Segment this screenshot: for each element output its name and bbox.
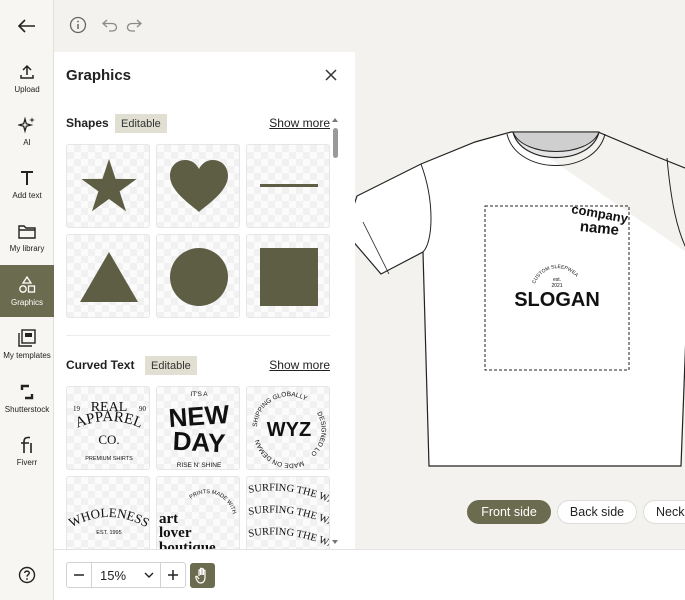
svg-text:lover: lover [159, 525, 192, 541]
back-arrow-icon[interactable] [0, 0, 54, 52]
svg-text:CO.: CO. [98, 432, 119, 447]
zoom-value: 15% [100, 567, 127, 583]
zoom-control: 15% [66, 562, 186, 588]
curved-text-new-day-tile[interactable]: IT'S A NEW DAY RISE N' SHINE [156, 386, 240, 470]
hand-icon [194, 567, 206, 584]
svg-text:boutique: boutique [159, 540, 216, 549]
rail-item-graphics[interactable]: Graphics [0, 265, 54, 317]
svg-text:19: 19 [73, 405, 81, 413]
scroll-up-icon [332, 118, 338, 122]
front-side-button[interactable]: Front side [467, 500, 551, 524]
fiverr-icon [19, 435, 35, 455]
day-text: DAY [172, 426, 226, 459]
rail-item-label: My templates [3, 351, 51, 360]
curved-text-real-apparel-tile[interactable]: REAL 19 90 APPAREL CO. PREMIUM SHIRTS [66, 386, 150, 470]
text-icon [20, 168, 34, 188]
shutterstock-icon [20, 382, 34, 402]
hand-tool-button[interactable] [190, 563, 215, 588]
design-canvas[interactable]: company name CUSTOM SLEEPWEAR est. 2021 … [355, 52, 685, 549]
shape-star-tile[interactable] [66, 144, 150, 228]
curved-text-wholeness-tile[interactable]: WHOLENESS EST. 1995 [66, 476, 150, 549]
rail-item-add-text[interactable]: Add text [0, 158, 54, 210]
editable-badge: Editable [145, 356, 197, 375]
rail-item-upload[interactable]: Upload [0, 52, 54, 104]
rail-item-fiverr[interactable]: Fiverr [0, 425, 54, 477]
shapes-section-header: Shapes Editable Show more [66, 114, 330, 134]
apparel-text: APPAREL [73, 409, 145, 432]
shape-circle-tile[interactable] [156, 234, 240, 318]
section-title-shapes: Shapes [66, 116, 109, 130]
redo-icon[interactable] [125, 14, 143, 36]
shape-square-tile[interactable] [246, 234, 330, 318]
sparkle-icon [18, 115, 36, 135]
show-more-curved-text-link[interactable]: Show more [269, 358, 330, 372]
templates-icon [18, 328, 36, 348]
rail-item-shutterstock[interactable]: Shutterstock [0, 372, 54, 424]
help-icon[interactable] [0, 560, 54, 590]
svg-text:90: 90 [139, 405, 147, 413]
slogan-text: SLOGAN [514, 289, 600, 311]
section-title-curved-text: Curved Text [66, 358, 135, 372]
curved-text-section-header: Curved Text Editable Show more [66, 356, 330, 376]
scroll-thumb[interactable] [333, 128, 338, 158]
svg-text:SURFING THE WAVE: SURFING THE WAVE [247, 477, 330, 507]
section-divider [66, 335, 330, 336]
svg-text:PREMIUM SHIRTS: PREMIUM SHIRTS [85, 456, 133, 462]
rail-item-my-templates[interactable]: My templates [0, 318, 54, 370]
rail-item-my-library[interactable]: My library [0, 211, 54, 263]
rail-item-label: Graphics [10, 298, 43, 307]
rail-item-label: AI [23, 138, 31, 147]
rail-item-label: Upload [14, 85, 40, 94]
info-icon[interactable] [68, 14, 88, 36]
curved-text-art-lover-tile[interactable]: PRINTS MADE WITH LOVE art lover boutique [156, 476, 240, 549]
curved-text-wyz-tile[interactable]: SHIPPING GLOBALLY DESIGNED LOCALLY MADE … [246, 386, 330, 470]
scroll-down-icon [332, 540, 338, 544]
triangle-icon [80, 252, 138, 302]
rail-item-ai[interactable]: AI [0, 105, 54, 157]
rail-item-label: Shutterstock [4, 405, 50, 414]
bottom-bar: 15% [54, 549, 685, 600]
wyz-text: WYZ [267, 419, 311, 441]
undo-icon[interactable] [101, 14, 119, 36]
zoom-in-button[interactable] [161, 563, 185, 587]
shape-line-tile[interactable] [246, 144, 330, 228]
line-icon [260, 184, 318, 187]
zoom-out-button[interactable] [67, 563, 91, 587]
rail-item-label: Fiverr [16, 458, 38, 467]
panel-title: Graphics [66, 67, 132, 84]
panel-scrollbar[interactable] [331, 116, 339, 548]
neck-side-button[interactable]: Neck [643, 500, 685, 524]
chevron-down-icon [144, 572, 154, 578]
shape-triangle-tile[interactable] [66, 234, 150, 318]
svg-text:EST. 1995: EST. 1995 [96, 530, 121, 536]
back-side-button[interactable]: Back side [557, 500, 637, 524]
close-icon[interactable] [322, 66, 340, 84]
left-rail: Upload AI Add text My library Graphics M… [0, 0, 54, 600]
folder-icon [18, 221, 36, 241]
editable-badge: Editable [115, 114, 167, 133]
rail-item-label: Add text [12, 191, 42, 200]
upload-icon [19, 62, 35, 82]
zoom-select[interactable]: 15% [91, 563, 161, 587]
graphics-panel: Graphics Shapes Editable Show more Curve… [54, 52, 355, 549]
rail-item-label: My library [9, 244, 45, 253]
heart-icon [170, 160, 228, 212]
star-icon [81, 159, 137, 212]
tshirt-mockup: company name CUSTOM SLEEPWEAR est. 2021 … [355, 52, 685, 467]
svg-text:IT'S A: IT'S A [190, 391, 208, 398]
curved-text-surfing-tile[interactable]: SURFING THE WAVE SURFING THE WAVE SURFIN… [246, 476, 330, 549]
shape-heart-tile[interactable] [156, 144, 240, 228]
svg-text:RISE N' SHINE: RISE N' SHINE [177, 462, 222, 469]
top-bar [54, 0, 685, 52]
show-more-shapes-link[interactable]: Show more [269, 116, 330, 130]
square-icon [260, 248, 318, 306]
circle-icon [170, 248, 228, 306]
shapes-icon [18, 275, 36, 295]
wholeness-text: WHOLENESS [67, 505, 150, 530]
